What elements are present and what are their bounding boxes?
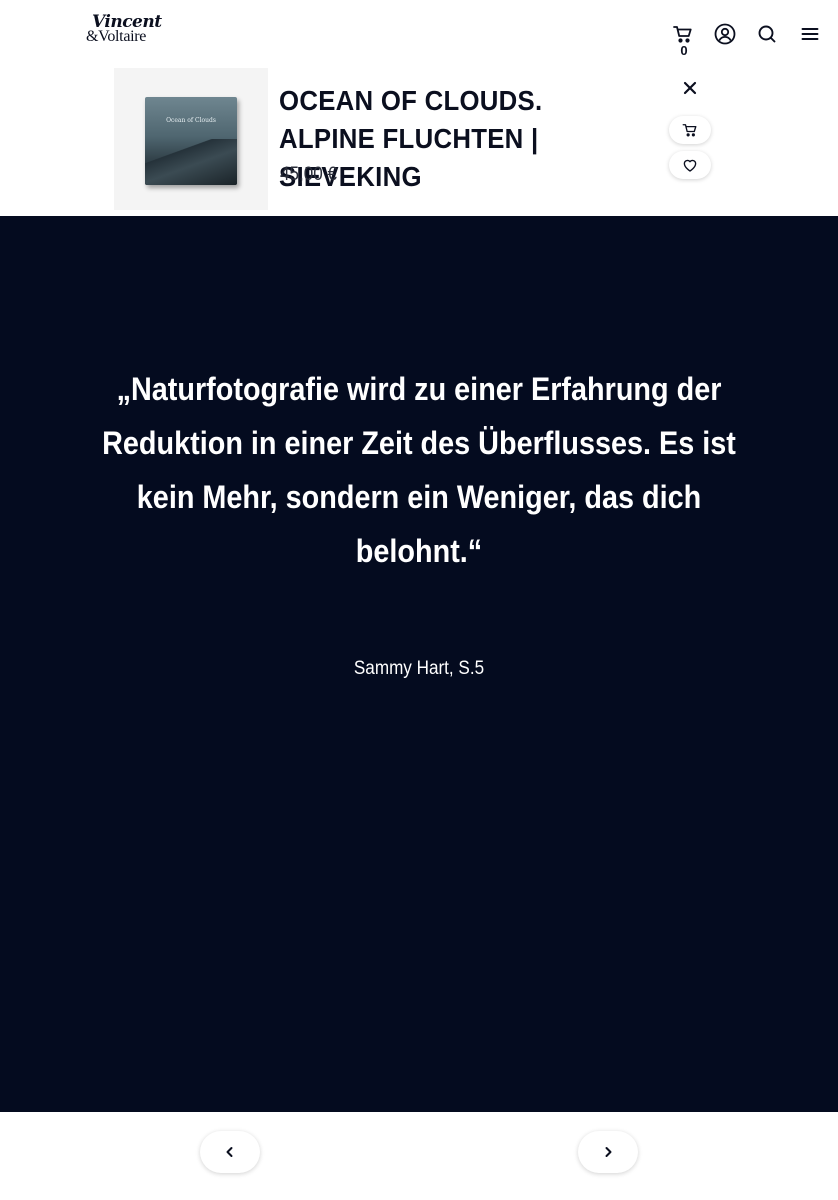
site-header: Vincent &Voltaire 0: [0, 0, 838, 68]
quote-attribution: Sammy Hart, S.5: [353, 658, 485, 679]
book-cover-image: Ocean of Clouds: [145, 97, 237, 185]
quote-section: „Naturfotografie wird zu einer Erfahrung…: [0, 216, 838, 1112]
chevron-right-icon: [605, 1147, 612, 1157]
slider-navigation: [0, 1112, 838, 1200]
site-logo[interactable]: Vincent &Voltaire: [86, 14, 162, 54]
book-cover-title: Ocean of Clouds: [166, 117, 216, 124]
search-icon[interactable]: [755, 22, 779, 46]
product-price: 45,00 €: [280, 164, 338, 185]
previous-button[interactable]: [200, 1131, 260, 1173]
account-icon[interactable]: [713, 22, 737, 46]
chevron-left-icon: [226, 1147, 233, 1157]
next-button[interactable]: [578, 1131, 638, 1173]
cart-count-badge: 0: [680, 43, 688, 58]
quote-text: „Naturfotografie wird zu einer Erfahrung…: [102, 371, 736, 569]
cart-icon: [682, 124, 697, 137]
menu-icon[interactable]: [798, 22, 822, 46]
close-icon[interactable]: [680, 78, 700, 98]
product-bar: Ocean of Clouds OCEAN OF CLOUDS. ALPINE …: [0, 68, 838, 216]
wishlist-button[interactable]: [669, 151, 711, 179]
product-thumbnail[interactable]: Ocean of Clouds: [114, 68, 268, 210]
heart-icon: [683, 159, 697, 172]
add-to-cart-button[interactable]: [669, 116, 711, 144]
